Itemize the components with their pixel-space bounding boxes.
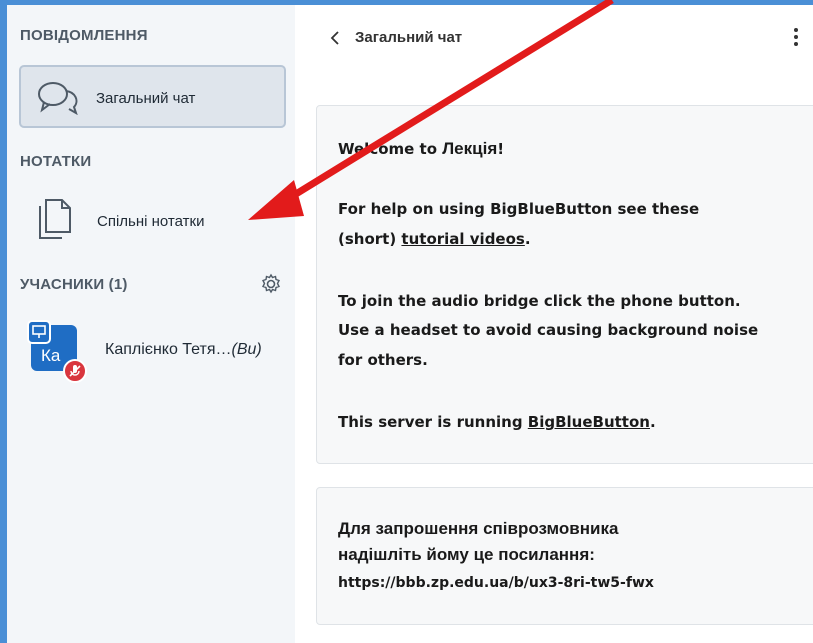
audio-line-3: for others. [338, 351, 428, 369]
invite-line-2: надішліть йому це посилання: [338, 545, 595, 564]
messages-section-title: ПОВІДОМЛЕННЯ [20, 27, 148, 44]
bigbluebutton-link[interactable]: BigBlueButton [528, 413, 650, 431]
tutorial-videos-link[interactable]: tutorial videos [401, 230, 524, 248]
avatar-initials: Ка [41, 346, 61, 365]
chat-bubbles-icon [36, 79, 80, 120]
audio-line-2: Use a headset to avoid causing backgroun… [338, 321, 759, 339]
server-suffix: . [649, 413, 656, 431]
server-prefix: This server is running [338, 413, 528, 431]
chat-title: Загальний чат [355, 29, 463, 46]
invite-line-1: Для запрошення співрозмовника [338, 519, 619, 538]
welcome-message: Welcome to Лекція! For help on using Big… [316, 105, 813, 464]
user-list-item[interactable]: Ка Каплієнко Тетя…(Ви) [19, 312, 295, 392]
chat-panel: Загальний чат Welcome to Лекція! For hel… [295, 5, 813, 643]
invite-url[interactable]: https://bbb.zp.edu.ua/b/ux3-8ri-tw5-fwx [338, 572, 654, 595]
sidebar-item-shared-notes[interactable]: Спільні нотатки [19, 190, 286, 245]
welcome-prefix: Welcome to [338, 140, 443, 158]
documents-icon [34, 196, 74, 245]
shared-notes-label: Спільні нотатки [97, 213, 205, 230]
help-line-1: For help on using BigBlueButton see thes… [338, 200, 700, 218]
user-self-suffix: (Ви) [231, 341, 262, 358]
sidebar: ПОВІДОМЛЕННЯ Загальний чат НОТАТКИ Спіль… [7, 5, 295, 643]
sidebar-item-public-chat[interactable]: Загальний чат [19, 65, 286, 128]
public-chat-label: Загальний чат [96, 90, 196, 107]
more-options-icon[interactable] [790, 25, 802, 53]
users-section-title: УЧАСНИКИ (1) [20, 276, 128, 293]
user-name: Каплієнко Тетя…(Ви) [105, 341, 262, 359]
chevron-left-icon[interactable] [329, 29, 349, 49]
user-name-text: Каплієнко Тетя… [105, 341, 232, 358]
audio-line-1: To join the audio bridge click the phone… [338, 292, 741, 310]
avatar: Ка [27, 320, 87, 383]
presenter-icon [27, 320, 51, 344]
welcome-suffix: ! [497, 140, 505, 158]
gear-icon[interactable] [260, 273, 282, 300]
welcome-line: Welcome to Лекція! [338, 137, 504, 161]
muted-microphone-icon [63, 359, 87, 383]
app-frame: ПОВІДОМЛЕННЯ Загальний чат НОТАТКИ Спіль… [7, 5, 813, 643]
notes-section-title: НОТАТКИ [20, 153, 92, 170]
help-line-2-prefix: (short) [338, 230, 402, 248]
invite-message: Для запрошення співрозмовника надішліть … [316, 487, 813, 625]
server-line: This server is running BigBlueButton. [338, 411, 656, 434]
meeting-name: Лекція [442, 139, 498, 158]
help-line-2: (short) tutorial videos. [338, 228, 531, 251]
help-line-2-suffix: . [524, 230, 531, 248]
